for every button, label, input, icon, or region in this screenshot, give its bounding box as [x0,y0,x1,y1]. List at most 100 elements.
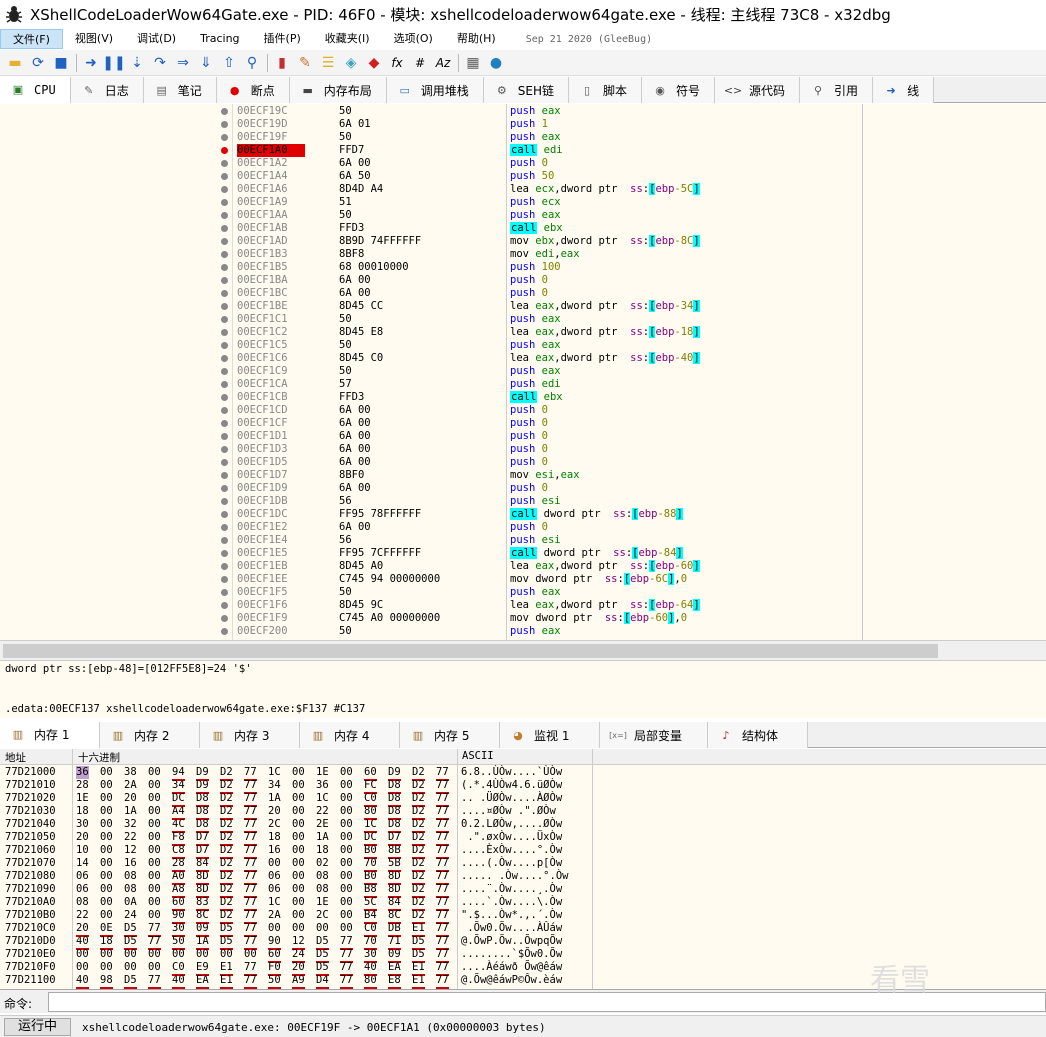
tab-call-stack[interactable]: ▭ 调用堆栈 [386,77,484,103]
hex-byte[interactable]: 77 [436,974,449,989]
hex-byte[interactable]: 00 [340,870,353,883]
breakpoint-slot[interactable] [221,420,228,427]
breakpoint-slot[interactable] [221,368,228,375]
disasm-row[interactable]: 00ECF1C5 50 push eax [0,339,1046,352]
hex-byte[interactable]: 00 [292,831,305,844]
hex-byte[interactable]: 06 [76,883,89,896]
breakpoint-slot[interactable] [221,121,228,128]
hex-byte[interactable]: 2C [316,909,329,922]
hex-byte[interactable]: 40 [172,974,185,989]
breakpoint-slot[interactable] [221,160,228,167]
disasm-row[interactable]: 00ECF19F 50 push eax [0,131,1046,144]
hex-byte[interactable]: 00 [292,766,305,779]
tab-结构体[interactable]: ♪ 结构体 [708,722,808,748]
patch-icon[interactable]: ✎ [294,52,316,74]
disasm-row[interactable]: 00ECF1A4 6A 50 push 50 [0,170,1046,183]
hex-byte[interactable]: 22 [316,805,329,818]
dump-row[interactable]: 77D21030 18 00 1A 00 A4 D8 D2 77 20 00 22 00 80 D8 D2 77… [0,805,1046,820]
tab-内存 2[interactable]: ▥ 内存 2 [100,722,200,748]
hex-byte[interactable]: EA [196,974,209,989]
hex-byte[interactable]: 22 [124,831,137,844]
hex-byte[interactable]: A9 [292,974,305,989]
disasm-row[interactable]: 00ECF1A0 FFD7 call edi [0,144,1046,157]
hex-byte[interactable]: 00 [100,883,113,896]
disasm-row[interactable]: 00ECF1F5 50 push eax [0,586,1046,599]
run-icon[interactable]: ➜ [80,52,102,74]
tab-cpu[interactable]: ▣ CPU [0,77,71,104]
hex-byte[interactable]: 00 [292,805,305,818]
trace-over-icon[interactable]: ⇓ [195,52,217,74]
disasm-row[interactable]: 00ECF1BE 8D45 CC lea eax,dword ptr ss:[ebp… [0,300,1046,313]
breakpoint-slot[interactable] [221,329,228,336]
hex-byte[interactable]: 00 [148,831,161,844]
hex-byte[interactable]: 00 [100,831,113,844]
step-into-icon[interactable]: ⇣ [126,52,148,74]
dump-row[interactable]: 77D210B0 22 00 24 00 90 8C D2 77 2A 00 2C 00 B4 8C D2 77… [0,909,1046,924]
run-to-user-code-icon[interactable]: ⚲ [241,52,263,74]
dump-row[interactable]: 77D21090 06 00 08 00 A8 8D D2 77 06 00 08 00 B8 8D D2 77… [0,883,1046,898]
hex-byte[interactable]: 00 [196,948,209,961]
trace-into-icon[interactable]: ⇒ [172,52,194,74]
open-icon[interactable]: ▬ [4,52,26,74]
hex-byte[interactable]: 00 [340,766,353,779]
disasm-row[interactable]: 00ECF1CA 57 push edi [0,378,1046,391]
hex-byte[interactable]: 1E [316,766,329,779]
breakpoint-slot[interactable] [221,264,228,271]
hex-byte[interactable]: 34 [268,779,281,792]
breakpoint-slot[interactable] [221,355,228,362]
disasm-row[interactable]: 00ECF1DB 56 push esi [0,495,1046,508]
breakpoint-slot[interactable] [221,511,228,518]
tab-script[interactable]: ▯ 脚本 [569,77,643,103]
hex-byte[interactable]: 50 [268,974,281,989]
hex-byte[interactable]: 00 [340,883,353,896]
breakpoint-slot[interactable] [221,563,228,570]
hex-byte[interactable]: D5 [124,974,137,989]
disasm-row[interactable]: 00ECF1D5 6A 00 push 0 [0,456,1046,469]
breakpoint-slot[interactable] [221,173,228,180]
hex-byte[interactable]: 00 [292,792,305,805]
dump-row[interactable]: 77D21000 36 00 38 00 94 D9 D2 77 1C 00 1E 00 60 D9 D2 77… [0,766,1046,781]
breakpoint-slot[interactable] [221,615,228,622]
hex-byte[interactable]: 00 [148,805,161,818]
disasm-row[interactable]: 00ECF1C2 8D45 E8 lea eax,dword ptr ss:[ebp… [0,326,1046,339]
hex-byte[interactable]: 12 [124,844,137,857]
hex-byte[interactable]: 32 [124,818,137,831]
hex-byte[interactable]: 00 [148,792,161,805]
hex-byte[interactable]: 00 [292,922,305,935]
hex-byte[interactable]: 1A [316,831,329,844]
hex-byte[interactable]: 00 [244,948,257,961]
menu-item[interactable]: 视图(V) [63,29,125,49]
breakpoint-slot[interactable] [221,628,228,635]
hex-byte[interactable]: 80 [364,974,377,989]
hex-byte[interactable]: 00 [292,818,305,831]
hex-byte[interactable]: 08 [316,870,329,883]
breakpoint-slot[interactable] [221,407,228,414]
breakpoint-slot[interactable] [221,251,228,258]
disasm-row[interactable]: 00ECF1F6 8D45 9C lea eax,dword ptr ss:[ebp… [0,599,1046,612]
breakpoint-slot[interactable] [221,303,228,310]
menu-item[interactable]: 帮助(H) [445,29,508,49]
hex-byte[interactable]: 00 [340,792,353,805]
disasm-row[interactable]: 00ECF1A9 51 push ecx [0,196,1046,209]
tab-监视 1[interactable]: ◕ 监视 1 [500,722,600,748]
hex-byte[interactable]: 08 [76,896,89,909]
breakpoint-slot[interactable] [221,602,228,609]
breakpoint-slot[interactable] [221,186,228,193]
hex-byte[interactable]: 22 [76,909,89,922]
breakpoint-slot[interactable] [221,524,228,531]
hex-byte[interactable]: 30 [76,818,89,831]
tab-threads[interactable]: ➜ 线 [873,77,935,103]
hex-byte[interactable]: 77 [244,974,257,989]
tab-log[interactable]: ✎ 日志 [70,77,144,103]
script-icon[interactable]: ▮ [271,52,293,74]
hex-byte[interactable]: 00 [100,805,113,818]
hex-byte[interactable]: 08 [124,883,137,896]
hex-byte[interactable]: 00 [148,883,161,896]
hex-byte[interactable]: 00 [148,779,161,792]
breakpoint-slot[interactable] [221,290,228,297]
hex-byte[interactable]: 38 [124,766,137,779]
breakpoint-slot[interactable] [221,277,228,284]
disasm-row[interactable]: 00ECF1CF 6A 00 push 0 [0,417,1046,430]
hex-byte[interactable]: 18 [316,844,329,857]
breakpoint-slot[interactable] [221,589,228,596]
